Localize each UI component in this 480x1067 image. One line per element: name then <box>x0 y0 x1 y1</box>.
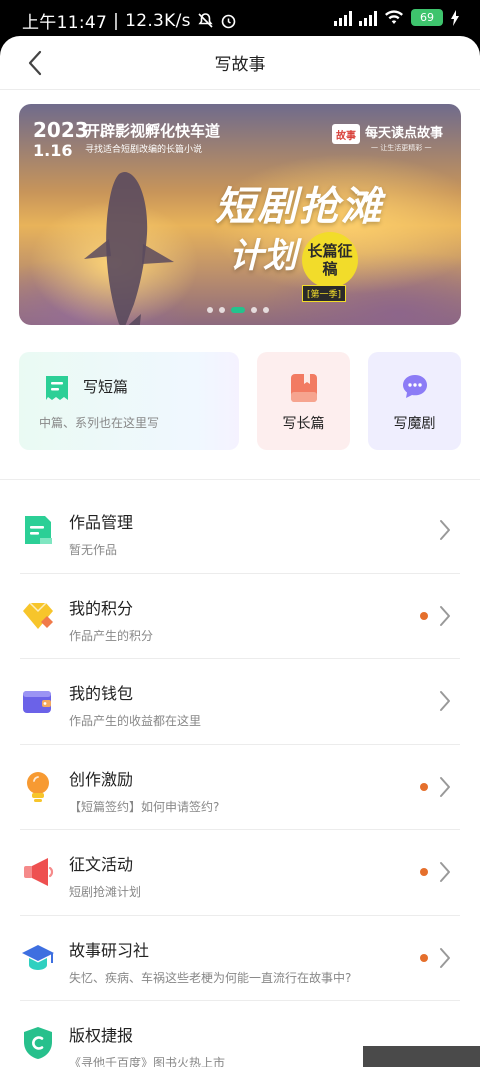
diamond-icon <box>23 601 53 629</box>
menu-title: 我的钱包 <box>69 684 134 703</box>
document-icon <box>25 516 52 544</box>
banner-badge: 长篇征稿 <box>302 232 358 288</box>
nav-bar: 写故事 <box>0 36 480 90</box>
network-speed: 12.3K/s <box>125 10 191 31</box>
write-magic-label: 写魔剧 <box>393 416 436 432</box>
menu-item-incentive[interactable]: 创作激励 【短篇签约】如何申请签约? <box>0 745 480 830</box>
battery-icon: 69 <box>411 9 443 26</box>
chat-bubble-icon <box>403 375 427 398</box>
mute-icon <box>198 13 213 28</box>
chevron-right-icon <box>440 605 450 626</box>
signal-icon <box>334 10 352 26</box>
write-magic-card[interactable]: 写魔剧 <box>368 352 461 450</box>
menu-title: 我的积分 <box>69 598 134 618</box>
write-long-label: 写长篇 <box>282 416 325 432</box>
write-short-desc: 中篇、系列也在这里写 <box>39 416 160 430</box>
chevron-right-icon <box>440 862 450 882</box>
whale-illustration <box>84 172 174 325</box>
promo-banner[interactable]: 2023 1.16 开辟影视孵化快车道 寻找适合短剧改编的长篇小说 故事 每天读… <box>19 104 461 325</box>
notification-dot <box>420 868 428 876</box>
alarm-icon <box>221 14 236 29</box>
banner-title-2: 计划 <box>229 236 297 276</box>
menu-subtitle: 作品产生的积分 <box>69 628 154 643</box>
banner-headline: 开辟影视孵化快车道 <box>85 122 221 140</box>
charging-icon <box>451 9 459 26</box>
menu-item-workshop[interactable]: 故事研习社 失忆、疾病、车祸这些老梗为何能一直流行在故事中? <box>0 916 480 1001</box>
chevron-right-icon <box>440 520 450 540</box>
menu-list: 作品管理 暂无作品 我的积分 作品产生的积分 我的钱包 作品产生的收益都在这里 … <box>0 488 480 1067</box>
notification-dot <box>420 782 428 791</box>
chevron-right-icon <box>440 691 450 711</box>
write-long-card[interactable]: 写长篇 <box>257 352 350 450</box>
carousel-dot[interactable] <box>263 307 269 313</box>
menu-title: 作品管理 <box>69 513 134 532</box>
wallet-icon <box>23 691 51 713</box>
menu-item-works[interactable]: 作品管理 暂无作品 <box>0 488 480 574</box>
wifi-icon <box>385 9 403 24</box>
brand-logo: 故事 <box>332 124 360 144</box>
notification-dot <box>420 611 428 620</box>
short-story-icon <box>46 376 68 400</box>
graduation-cap-icon <box>22 944 54 970</box>
chevron-right-icon <box>440 776 450 797</box>
brand-name: 每天读点故事 <box>365 126 444 141</box>
carousel-dot[interactable] <box>207 307 213 313</box>
carousel-dot[interactable] <box>251 307 257 313</box>
write-short-label: 写短篇 <box>83 378 129 396</box>
lightbulb-icon <box>27 771 49 802</box>
chevron-right-icon <box>440 947 450 968</box>
menu-subtitle: 【短篇签约】如何申请签约? <box>69 799 220 814</box>
menu-subtitle: 短剧抢滩计划 <box>69 885 142 899</box>
menu-subtitle: 失忆、疾病、车祸这些老梗为何能一直流行在故事中? <box>69 970 352 985</box>
carousel-dot[interactable] <box>231 307 245 313</box>
banner-title: 短剧抢滩 <box>215 183 383 230</box>
menu-item-contest[interactable]: 征文活动 短剧抢滩计划 <box>0 830 480 916</box>
menu-item-wallet[interactable]: 我的钱包 作品产生的收益都在这里 <box>0 659 480 745</box>
banner-date: 1.16 <box>33 141 73 160</box>
megaphone-icon <box>24 858 54 886</box>
banner-year: 2023 <box>33 118 89 142</box>
write-short-card[interactable]: 写短篇 中篇、系列也在这里写 <box>19 352 239 450</box>
overlay-patch <box>363 1046 480 1067</box>
section-divider <box>0 479 480 480</box>
signal-icon <box>359 10 377 26</box>
menu-title: 故事研习社 <box>69 940 150 960</box>
menu-title: 征文活动 <box>69 855 134 874</box>
menu-subtitle: 暂无作品 <box>69 543 118 557</box>
carousel-dot[interactable] <box>219 307 225 313</box>
carousel-indicator <box>207 307 269 313</box>
brand-slogan: 一 让生活更精彩 一 <box>371 144 432 152</box>
status-time: 上午11:47 <box>22 13 108 33</box>
status-bar: 上午11:47 | 12.3K/s 69 <box>0 0 480 40</box>
banner-subline: 寻找适合短剧改编的长篇小说 <box>85 145 203 155</box>
menu-title: 版权捷报 <box>69 1026 134 1045</box>
shield-icon <box>24 1027 52 1059</box>
menu-item-points[interactable]: 我的积分 作品产生的积分 <box>0 574 480 659</box>
menu-subtitle: 《寻他千百度》图书火热上市 <box>69 1056 226 1067</box>
banner-tag: [第一季] <box>302 285 347 302</box>
menu-title: 创作激励 <box>69 769 134 789</box>
book-icon <box>291 374 317 402</box>
app-screen: 写故事 2023 1.16 开辟影视孵化快车道 寻找适合短剧改编的长篇小说 故事… <box>0 36 480 1067</box>
page-title: 写故事 <box>214 55 266 75</box>
menu-subtitle: 作品产生的收益都在这里 <box>69 714 202 728</box>
notification-dot <box>420 953 428 962</box>
